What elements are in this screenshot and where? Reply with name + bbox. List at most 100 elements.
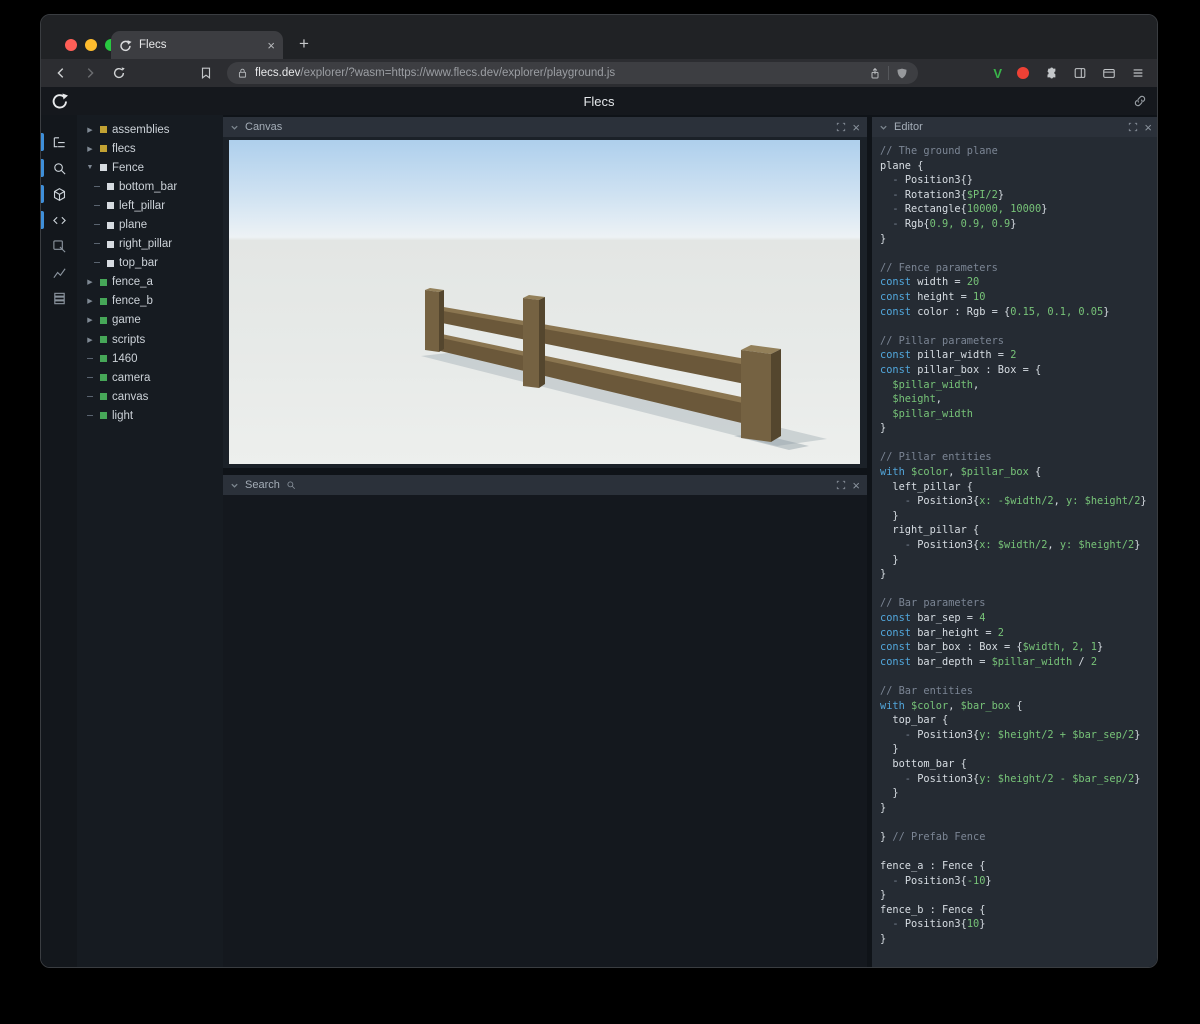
tree-item-right_pillar[interactable]: right_pillar: [77, 235, 223, 254]
red-extension-icon[interactable]: [1017, 67, 1029, 79]
code-line: bottom_bar {: [880, 757, 967, 770]
code-line: }: [880, 787, 899, 800]
memory-icon: [52, 291, 67, 306]
expand-arrow-icon[interactable]: ▶: [85, 126, 95, 134]
entity-label: canvas: [112, 390, 149, 403]
close-panel-button[interactable]: ×: [852, 121, 860, 134]
code-line: - Position3{}: [880, 174, 974, 187]
entity-label: light: [112, 409, 134, 422]
chevron-down-icon[interactable]: [230, 481, 239, 490]
expand-arrow-icon[interactable]: ▶: [85, 297, 95, 305]
wallet-icon[interactable]: [1102, 66, 1116, 80]
reload-button[interactable]: [111, 65, 127, 81]
back-button[interactable]: [53, 65, 69, 81]
entity-label: bottom_bar: [119, 180, 178, 193]
tree-item-top_bar[interactable]: top_bar: [77, 254, 223, 273]
stats-icon-button[interactable]: [41, 259, 77, 285]
code-line: // Pillar entities: [880, 451, 992, 464]
expand-arrow-icon[interactable]: ▶: [85, 278, 95, 286]
expand-panel-icon[interactable]: [836, 122, 846, 132]
center-column: Canvas × Search ×: [223, 115, 867, 967]
app-header: Flecs: [41, 87, 1157, 115]
code-line: - Position3{x: $width/2, y: $height/2}: [880, 539, 1141, 552]
entity-label: assemblies: [112, 123, 170, 136]
tree-icon-button[interactable]: [41, 129, 77, 155]
code-line: - Rectangle{10000, 10000}: [880, 203, 1048, 216]
tree-item-plane[interactable]: plane: [77, 215, 223, 234]
editor-code[interactable]: // The ground plane plane { - Position3{}…: [872, 137, 1157, 967]
tree-item-left_pillar[interactable]: left_pillar: [77, 196, 223, 215]
entity-kind-square: [100, 336, 107, 344]
scene-icon: [52, 187, 67, 202]
new-tab-button[interactable]: +: [293, 35, 315, 57]
share-link-icon[interactable]: [1133, 94, 1147, 108]
search-panel-header: Search ×: [223, 475, 867, 495]
menu-icon[interactable]: [1131, 66, 1145, 80]
stats-icon: [52, 265, 67, 280]
tree-item-bottom_bar[interactable]: bottom_bar: [77, 177, 223, 196]
scene-icon-button[interactable]: [41, 181, 77, 207]
brave-shield-icon[interactable]: [896, 67, 908, 80]
app-content: ▶ assemblies ▶ flecs ▼ Fence bottom_bar left_pi…: [41, 115, 1157, 967]
tab-close-button[interactable]: ×: [267, 39, 275, 52]
tab-title: Flecs: [139, 39, 167, 51]
window-minimize-button[interactable]: [85, 39, 97, 51]
expand-arrow-icon[interactable]: ▶: [85, 145, 95, 153]
tree-item-camera[interactable]: camera: [77, 368, 223, 387]
bookmark-icon[interactable]: [198, 65, 214, 81]
tree-item-canvas[interactable]: canvas: [77, 387, 223, 406]
tree-item-fence_b[interactable]: ▶ fence_b: [77, 292, 223, 311]
tree-item-flecs[interactable]: ▶ flecs: [77, 139, 223, 158]
search-icon-button[interactable]: [41, 155, 77, 181]
code-line: plane {: [880, 159, 924, 172]
entity-tree: ▶ assemblies ▶ flecs ▼ Fence bottom_bar left_pi…: [77, 120, 223, 426]
share-icon[interactable]: [869, 67, 881, 80]
forward-button[interactable]: [82, 65, 98, 81]
window-close-button[interactable]: [65, 39, 77, 51]
tree-item-Fence[interactable]: ▼ Fence: [77, 158, 223, 177]
canvas-panel: Canvas ×: [223, 117, 867, 468]
canvas-3d-viewport[interactable]: [229, 140, 860, 464]
code-line: const color : Rgb = {0.15, 0.1, 0.05}: [880, 305, 1110, 318]
tree-item-light[interactable]: light: [77, 406, 223, 425]
code-icon-button[interactable]: [41, 207, 77, 233]
tree-item-game[interactable]: ▶ game: [77, 311, 223, 330]
chevron-down-icon[interactable]: [879, 123, 888, 132]
code-line: right_pillar {: [880, 524, 980, 537]
entity-kind-square: [100, 374, 107, 382]
expand-arrow-icon[interactable]: ▶: [85, 336, 95, 344]
code-line: const width = 20: [880, 276, 980, 289]
code-line: }: [880, 422, 887, 435]
close-panel-button[interactable]: ×: [852, 479, 860, 492]
tree-item-1460[interactable]: 1460: [77, 349, 223, 368]
expand-panel-icon[interactable]: [1128, 122, 1138, 132]
extension-icons: V: [993, 66, 1145, 81]
tree-item-scripts[interactable]: ▶ scripts: [77, 330, 223, 349]
memory-icon-button[interactable]: [41, 285, 77, 311]
tree-item-assemblies[interactable]: ▶ assemblies: [77, 120, 223, 139]
entity-label: right_pillar: [119, 238, 173, 251]
entity-label: fence_a: [112, 276, 153, 289]
url-host: flecs.dev: [255, 67, 301, 79]
tree-item-fence_a[interactable]: ▶ fence_a: [77, 273, 223, 292]
extensions-puzzle-icon[interactable]: [1044, 66, 1058, 80]
code-line: } // Prefab Fence: [880, 830, 986, 843]
entity-kind-square: [107, 202, 114, 210]
expand-panel-icon[interactable]: [836, 480, 846, 490]
v-extension-icon[interactable]: V: [993, 66, 1002, 81]
expand-arrow-icon[interactable]: ▶: [85, 316, 95, 324]
sidebar-toggle-icon[interactable]: [1073, 66, 1087, 80]
collapse-arrow-icon[interactable]: ▼: [85, 164, 95, 171]
code-line: // Bar parameters: [880, 597, 986, 610]
entity-label: flecs: [112, 142, 136, 155]
flecs-logo-icon[interactable]: [51, 92, 69, 110]
close-panel-button[interactable]: ×: [1144, 121, 1152, 134]
inspect-icon-button[interactable]: [41, 233, 77, 259]
address-bar[interactable]: flecs.dev/explorer/?wasm=https://www.fle…: [227, 62, 919, 84]
browser-tab-flecs[interactable]: Flecs ×: [111, 31, 283, 59]
chevron-down-icon[interactable]: [230, 123, 239, 132]
active-panel-indicator: [41, 211, 44, 229]
